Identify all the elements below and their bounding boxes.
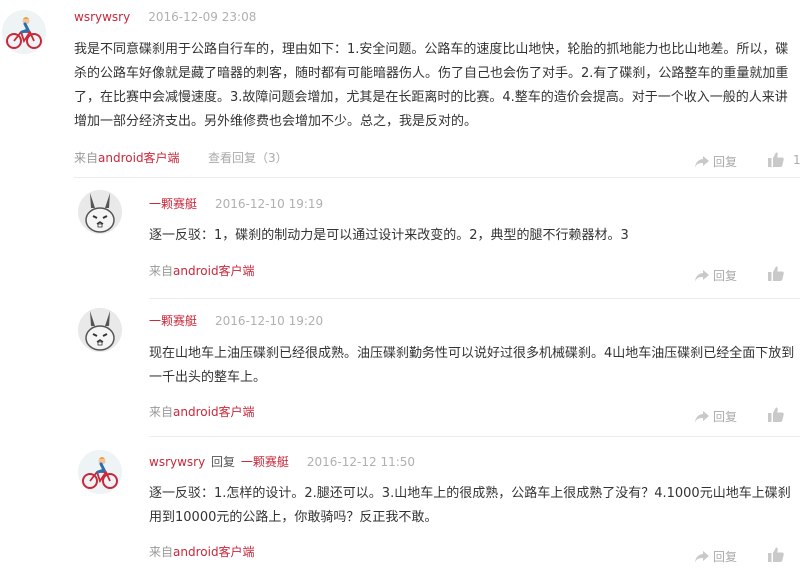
comment-item: wsrywsry 2016-12-09 23:08 我是不同意碟刹用于公路自行车的… — [0, 0, 800, 180]
share-arrow-icon — [695, 410, 709, 423]
comment-meta: wsrywsry 回复 一颗赛艇 2016-12-12 11:50 — [149, 453, 415, 470]
source-prefix: 来自 — [149, 405, 174, 419]
reply-to-username[interactable]: 一颗赛艇 — [241, 455, 289, 469]
avatar[interactable] — [78, 190, 122, 234]
like-button[interactable] — [768, 547, 787, 562]
username[interactable]: 一颗赛艇 — [149, 314, 197, 328]
share-arrow-icon — [695, 550, 709, 563]
reply-item: 一颗赛艇 2016-12-10 19:19 逐一反驳：1，碟刹的制动力是可以通过设… — [0, 180, 800, 302]
reply-label: 回复 — [713, 410, 738, 424]
avatar[interactable] — [78, 450, 122, 494]
comment-meta: 一颗赛艇 2016-12-10 19:19 — [149, 195, 323, 212]
reply-button[interactable]: 回复 — [694, 267, 737, 284]
comment-text: 我是不同意碟刹用于公路自行车的，理由如下：1.安全问题。公路车的速度比山地快，轮… — [74, 42, 789, 129]
like-count: 1 — [793, 152, 800, 167]
bunny-avatar-icon — [78, 190, 122, 234]
source-app-link[interactable]: android客户端 — [173, 545, 255, 559]
thumbs-up-icon — [768, 152, 784, 167]
like-button[interactable]: 1 — [768, 152, 800, 167]
like-button[interactable] — [768, 407, 787, 422]
source-prefix: 来自 — [149, 264, 174, 278]
share-arrow-icon — [695, 155, 709, 168]
reply-button[interactable]: 回复 — [694, 408, 737, 425]
comment-source: 来自android客户端 — [149, 262, 255, 279]
source-app-link[interactable]: android客户端 — [173, 264, 255, 278]
reply-label: 回复 — [713, 269, 738, 283]
reply-button[interactable]: 回复 — [694, 153, 737, 170]
source-prefix: 来自 — [74, 151, 99, 165]
reply-item: wsrywsry 回复 一颗赛艇 2016-12-12 11:50 逐一反驳：1.… — [0, 442, 800, 568]
divider — [149, 436, 800, 437]
comment-source: 来自android客户端 — [149, 543, 255, 560]
thumbs-up-icon — [768, 407, 784, 422]
username[interactable]: wsrywsry — [149, 455, 205, 469]
thumbs-up-icon — [768, 266, 784, 281]
reply-word: 回复 — [211, 455, 236, 469]
reply-label: 回复 — [713, 550, 738, 564]
timestamp: 2016-12-12 11:50 — [306, 455, 416, 469]
like-button[interactable] — [768, 266, 787, 281]
thumbs-up-icon — [768, 547, 784, 562]
divider — [74, 177, 800, 178]
reply-button[interactable]: 回复 — [694, 548, 737, 565]
cyclist-avatar-icon — [2, 10, 46, 54]
username[interactable]: 一颗赛艇 — [149, 197, 197, 211]
source-app-link[interactable]: android客户端 — [173, 405, 255, 419]
comment-text: 逐一反驳：1，碟刹的制动力是可以通过设计来改变的。2，典型的腿不行赖器材。3 — [149, 228, 629, 243]
comment-source: 来自android客户端 — [74, 149, 180, 166]
divider — [149, 298, 800, 299]
source-prefix: 来自 — [149, 545, 174, 559]
bunny-avatar-icon — [78, 308, 122, 352]
comment-text: 现在山地车上油压碟刹已经很成熟。油压碟刹勤务性可以说好过很多机械碟刹。4山地车油… — [149, 346, 795, 385]
reply-label: 回复 — [713, 155, 738, 169]
reply-item: 一颗赛艇 2016-12-10 19:20 现在山地车上油压碟刹已经很成熟。油压碟… — [0, 302, 800, 442]
avatar[interactable] — [2, 10, 46, 54]
avatar[interactable] — [78, 308, 122, 352]
comment-meta: wsrywsry 2016-12-09 23:08 — [74, 10, 256, 24]
comment-meta: 一颗赛艇 2016-12-10 19:20 — [149, 312, 323, 329]
comment-text: 逐一反驳：1.怎样的设计。2.腿还可以。3.山地车上的很成熟，公路车上很成熟了没… — [149, 486, 791, 525]
timestamp: 2016-12-10 19:20 — [215, 314, 324, 328]
cyclist-avatar-icon — [78, 450, 122, 494]
source-app-link[interactable]: android客户端 — [98, 151, 180, 165]
comment-source: 来自android客户端 — [149, 403, 255, 420]
timestamp: 2016-12-09 23:08 — [148, 10, 257, 24]
username[interactable]: wsrywsry — [74, 10, 130, 24]
view-replies-link[interactable]: 查看回复（3） — [208, 149, 288, 166]
share-arrow-icon — [695, 269, 709, 282]
timestamp: 2016-12-10 19:19 — [215, 197, 324, 211]
